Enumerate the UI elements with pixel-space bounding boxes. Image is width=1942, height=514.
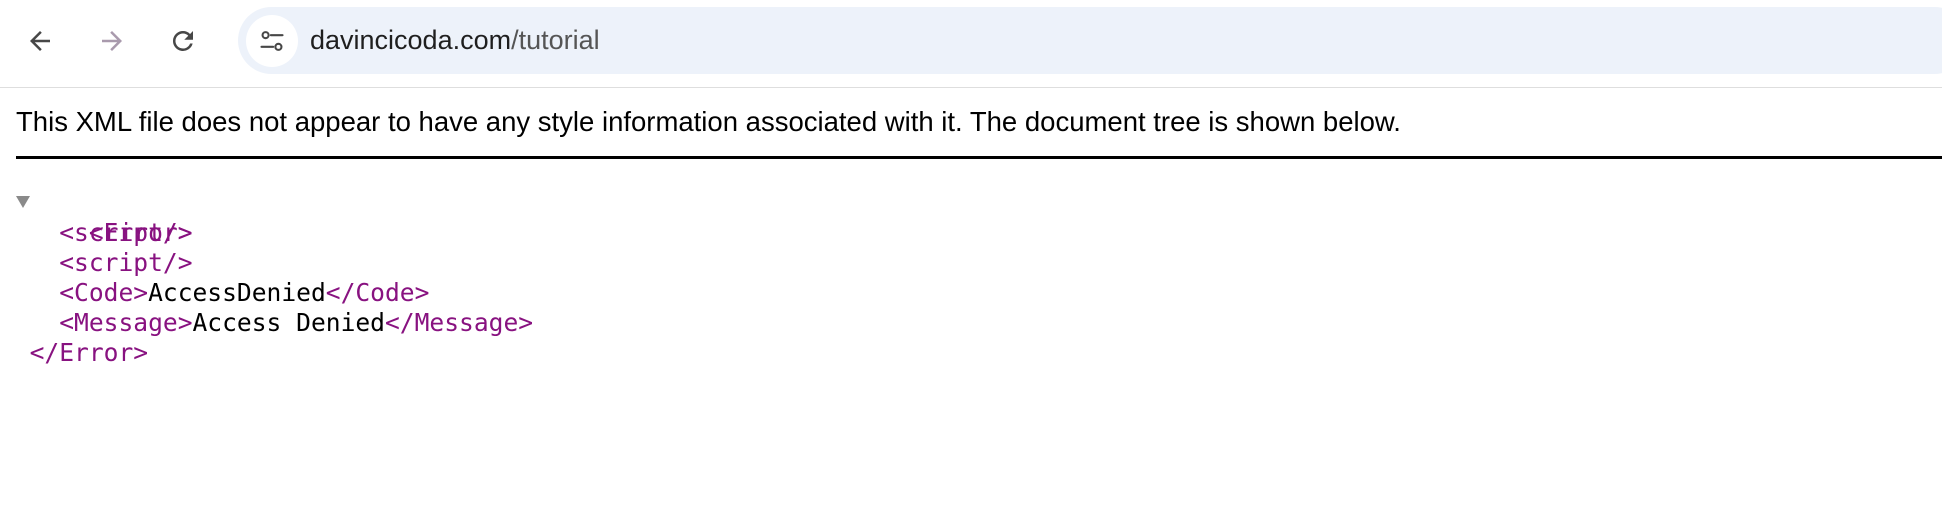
back-button[interactable] — [17, 18, 63, 64]
script-tag-2: <script/> — [59, 248, 193, 277]
address-bar[interactable]: davincicoda.com/tutorial — [238, 7, 1942, 74]
site-info-button[interactable] — [246, 15, 298, 67]
code-close-tag: </Code> — [325, 278, 430, 307]
xml-line-error-close: </Error> — [0, 338, 533, 368]
xml-style-notice: This XML file does not appear to have an… — [16, 106, 1401, 137]
xml-document-tree: <Error> <script/> <script/> <Code>Access… — [0, 188, 533, 368]
reload-button[interactable] — [160, 18, 206, 64]
xml-line-script-2: <script/> — [0, 248, 533, 278]
error-close-tag: </Error> — [29, 338, 149, 367]
xml-line-error-open: <Error> — [0, 188, 533, 247]
browser-toolbar: davincicoda.com/tutorial — [0, 0, 1942, 88]
message-close-tag: </Message> — [385, 308, 534, 337]
url-text[interactable]: davincicoda.com/tutorial — [310, 7, 600, 74]
xml-line-message: <Message>Access Denied</Message> — [0, 308, 533, 338]
tune-icon — [260, 31, 284, 51]
xml-line-code: <Code>AccessDenied</Code> — [0, 278, 533, 308]
reload-icon — [172, 30, 193, 51]
url-host: davincicoda.com — [310, 25, 512, 55]
message-value: Access Denied — [192, 308, 386, 337]
script-tag-1: <script/> — [59, 218, 193, 247]
collapse-triangle-icon[interactable] — [16, 196, 30, 208]
url-path: /tutorial — [511, 25, 600, 55]
code-open-tag: <Code> — [59, 278, 149, 307]
arrow-right-icon — [102, 31, 122, 51]
xml-line-script-1: <script/> — [0, 218, 533, 248]
arrow-left-icon — [30, 31, 50, 51]
forward-button[interactable] — [89, 18, 135, 64]
notice-divider — [16, 156, 1942, 159]
code-value: AccessDenied — [148, 278, 326, 307]
message-open-tag: <Message> — [59, 308, 193, 337]
